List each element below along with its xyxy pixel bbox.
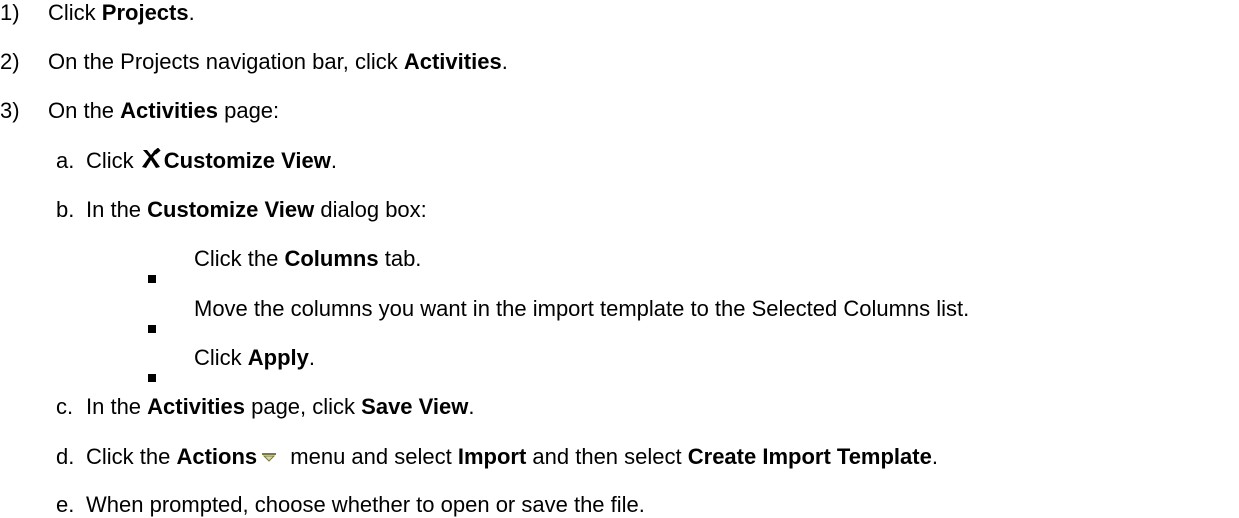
substep-text: Click the <box>86 444 177 469</box>
bullet-text: Move the columns you want in the import … <box>194 296 970 321</box>
substep-letter: a. <box>56 148 75 173</box>
substep-d: d. Click the Actions menu and select Impo… <box>56 443 938 469</box>
substep-a: a. Click Customize View. <box>56 147 337 174</box>
substep-bold: Customize View <box>147 197 315 222</box>
bullet-bold: Columns <box>284 246 379 271</box>
step-number: 3) <box>0 98 20 123</box>
step-text: Click <box>48 0 102 25</box>
substep-text: In the <box>86 394 148 419</box>
substep-e: e. When prompted, choose whether to open … <box>56 492 645 518</box>
substep-text-end: . <box>468 394 475 419</box>
substep-bold-2: Save View <box>361 394 469 419</box>
customize-tools-icon <box>140 147 162 170</box>
step-bold: Projects <box>101 0 189 25</box>
substep-letter: b. <box>56 197 75 222</box>
substep-text-end: . <box>330 148 337 173</box>
step-bold: Activities <box>120 98 218 123</box>
step-text-end: . <box>501 49 508 74</box>
substep-text-mid: page, click <box>244 394 362 419</box>
step-bold: Activities <box>403 49 502 74</box>
substep-letter: c. <box>56 394 74 419</box>
substep-text-mid-2: and then select <box>526 444 688 469</box>
dropdown-arrow-icon <box>260 443 278 462</box>
substep-text: Click <box>86 148 140 173</box>
substep-text-mid: menu and select <box>284 444 458 469</box>
bullet-2: Move the columns you want in the import … <box>148 296 970 333</box>
bullet-text: Click <box>194 345 248 370</box>
substep-text: In the <box>86 197 148 222</box>
step-number: 1) <box>0 0 20 25</box>
substep-text-end: dialog box: <box>314 197 427 222</box>
step-2: 2) On the Projects navigation bar, click … <box>0 49 508 75</box>
step-text-end: page: <box>217 98 280 123</box>
substep-bold: Customize View <box>163 148 331 173</box>
bullet-text: Click the <box>194 246 285 271</box>
substep-b: b. In the Customize View dialog box: <box>56 197 427 223</box>
step-text: On the <box>48 98 121 123</box>
substep-text-end: . <box>931 444 938 469</box>
substep-c: c. In the Activities page, click Save Vie… <box>56 394 475 420</box>
step-1: 1) Click Projects. <box>0 0 195 26</box>
instructions-document: 1) Click Projects. 2) On the Projects navi… <box>0 0 1239 517</box>
step-text-end: . <box>188 0 195 25</box>
substep-bold-2: Import <box>457 444 527 469</box>
substep-bold: Actions <box>176 444 258 469</box>
bullet-text-end: . <box>308 345 316 370</box>
step-number: 2) <box>0 49 20 74</box>
step-3: 3) On the Activities page: <box>0 98 279 124</box>
substep-bold-3: Create Import Template <box>687 444 932 469</box>
substep-letter: e. <box>56 492 75 517</box>
bullet-text-end: tab. <box>378 246 422 271</box>
substep-bold: Activities <box>147 394 245 419</box>
bullet-bold: Apply <box>247 345 309 370</box>
bullet-3: Click Apply. <box>148 345 316 382</box>
substep-letter: d. <box>56 444 75 469</box>
substep-text: When prompted, choose whether to open or… <box>86 492 645 517</box>
bullet-1: Click the Columns tab. <box>148 246 422 283</box>
step-text: On the Projects navigation bar, click <box>48 49 404 74</box>
